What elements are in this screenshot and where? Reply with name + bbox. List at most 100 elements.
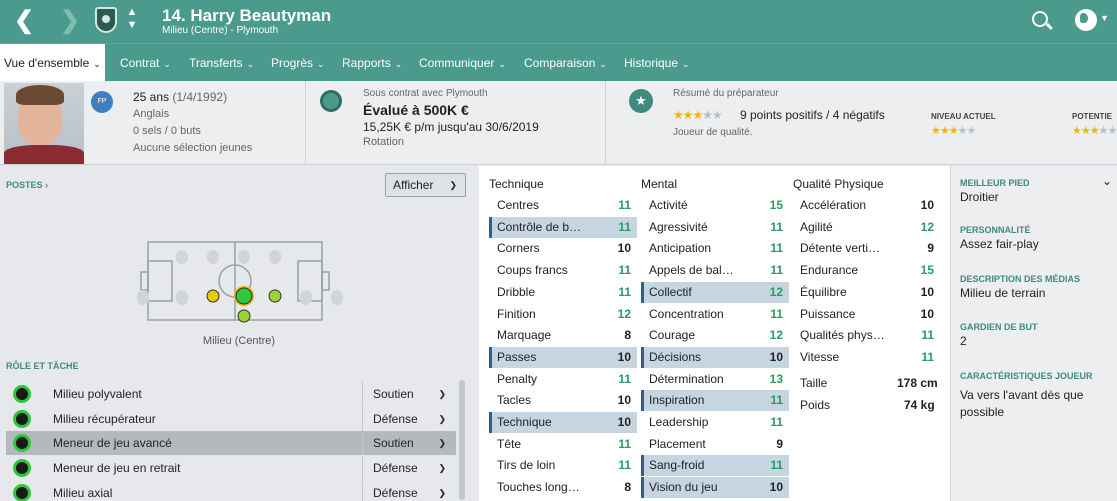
attribute-row[interactable]: Passes 10 bbox=[489, 346, 637, 368]
attribute-row[interactable]: Leadership 11 bbox=[641, 412, 789, 433]
attribute-value: 9 bbox=[927, 241, 934, 256]
attribute-value: 12 bbox=[920, 219, 934, 234]
globe-icon[interactable] bbox=[1075, 9, 1097, 31]
attribute-row[interactable]: Dribble 11 bbox=[489, 282, 637, 303]
attribute-row[interactable]: Concentration 11 bbox=[641, 304, 789, 325]
attribute-name: Inspiration bbox=[649, 393, 705, 408]
role-row[interactable]: Milieu axial Défense ❯ bbox=[6, 481, 456, 501]
attribute-row[interactable]: Marquage 8 bbox=[489, 325, 637, 346]
attribute-row[interactable]: Tête 11 bbox=[489, 434, 637, 455]
attribute-row[interactable]: Contrôle de b… 11 bbox=[489, 216, 637, 238]
attribute-name: Accélération bbox=[800, 198, 867, 212]
chevron-down-icon: ⌄ bbox=[394, 59, 403, 69]
attribute-name: Penalty bbox=[497, 371, 538, 386]
attribute-row[interactable]: Sang-froid 11 bbox=[641, 455, 789, 477]
attribute-row[interactable]: Agilité 12 bbox=[792, 217, 940, 238]
attribute-row[interactable]: Technique 10 bbox=[489, 412, 637, 433]
role-row[interactable]: Meneur de jeu en retrait Défense ❯ bbox=[6, 456, 456, 480]
roles-scrollbar[interactable] bbox=[459, 380, 465, 500]
player-switch-icon[interactable]: ▲ ▼ bbox=[126, 6, 138, 32]
tab-contract[interactable]: Contrat ⌄ bbox=[120, 44, 171, 82]
attribute-row[interactable]: Penalty 11 bbox=[489, 369, 637, 390]
attribute-row[interactable]: Corners 10 bbox=[489, 238, 637, 259]
chevron-down-icon[interactable]: ▼ bbox=[1100, 13, 1109, 23]
show-dropdown[interactable]: Afficher ❯ bbox=[385, 173, 466, 197]
tab-transfers[interactable]: Transferts ⌄ bbox=[189, 44, 254, 82]
attribute-value: 12 bbox=[769, 284, 783, 299]
tab-history[interactable]: Historique ⌄ bbox=[624, 44, 690, 82]
tab-overview[interactable]: Vue d'ensemble ⌄ bbox=[0, 44, 105, 82]
role-row[interactable]: Milieu polyvalent Soutien ❯ bbox=[6, 382, 456, 406]
attribute-row[interactable]: Puissance 10 bbox=[792, 304, 940, 325]
potential-ability-stars: ★★★★★ bbox=[1072, 125, 1117, 137]
chevron-down-icon: ❯ bbox=[438, 438, 446, 448]
duty-dropdown[interactable]: Défense ❯ bbox=[362, 481, 456, 501]
tab-progress[interactable]: Progrès ⌄ bbox=[271, 44, 325, 82]
attribute-row[interactable]: Vision du jeu 10 bbox=[641, 477, 789, 499]
attribute-row[interactable]: Placement 9 bbox=[641, 434, 789, 455]
attribute-row[interactable]: Détente verti… 9 bbox=[792, 238, 940, 259]
player-subtitle: Milieu (Centre) - Plymouth bbox=[162, 25, 279, 36]
tab-reports[interactable]: Rapports ⌄ bbox=[342, 44, 402, 82]
attribute-value: 10 bbox=[617, 415, 631, 429]
attribute-name: Vision du jeu bbox=[649, 480, 718, 495]
attribute-row[interactable]: Détermination 13 bbox=[641, 369, 789, 390]
attribute-row[interactable]: Tirs de loin 11 bbox=[489, 455, 637, 476]
forward-arrow-icon[interactable]: ❯ bbox=[60, 8, 80, 34]
attribute-name: Touches long… bbox=[497, 480, 580, 495]
attribute-name: Concentration bbox=[649, 306, 724, 321]
position-caption: Milieu (Centre) bbox=[202, 335, 276, 347]
attribute-value: 10 bbox=[920, 306, 934, 321]
attribute-row[interactable]: Centres 11 bbox=[489, 195, 637, 216]
attribute-row[interactable]: Endurance 15 bbox=[792, 260, 940, 281]
attribute-row[interactable]: Qualités phys… 11 bbox=[792, 325, 940, 346]
media-description-value: Milieu de terrain bbox=[960, 286, 1046, 300]
attribute-row[interactable]: Collectif 12 bbox=[641, 281, 789, 303]
chevron-down-icon[interactable]: ⌄ bbox=[1102, 174, 1112, 188]
attribute-value: 10 bbox=[769, 349, 783, 364]
attribute-row[interactable]: Touches long… 8 bbox=[489, 477, 637, 498]
role-row-selected[interactable]: Meneur de jeu avancé Soutien ❯ bbox=[6, 431, 456, 455]
player-traits-label: CARACTÉRISTIQUES JOUEUR bbox=[960, 371, 1093, 381]
attribute-row[interactable]: Agressivité 11 bbox=[641, 217, 789, 238]
attributes-panel: Technique Mental Qualité Physique Centre… bbox=[479, 166, 950, 501]
duty-dropdown[interactable]: Défense ❯ bbox=[362, 407, 456, 431]
goalkeeper-label: GARDIEN DE BUT bbox=[960, 322, 1038, 332]
duty-dropdown[interactable]: Défense ❯ bbox=[362, 456, 456, 480]
attribute-row[interactable]: Anticipation 11 bbox=[641, 238, 789, 259]
chevron-down-icon: ⌄ bbox=[93, 59, 101, 69]
chevron-down-icon: ⌄ bbox=[498, 59, 506, 69]
positions-label[interactable]: POSTES › bbox=[6, 180, 48, 190]
role-icon bbox=[13, 434, 31, 452]
attribute-row[interactable]: Activité 15 bbox=[641, 195, 789, 216]
attribute-row[interactable]: Vitesse 11 bbox=[792, 347, 940, 368]
player-age: 25 ans (1/4/1992) bbox=[133, 90, 228, 104]
attribute-row[interactable]: Accélération 10 bbox=[792, 195, 940, 216]
attribute-name: Courage bbox=[649, 328, 696, 343]
attribute-row[interactable]: Finition 12 bbox=[489, 304, 637, 325]
search-icon[interactable] bbox=[1032, 11, 1048, 27]
height-value: 178 cm bbox=[897, 376, 938, 390]
attribute-row[interactable]: Courage 12 bbox=[641, 325, 789, 346]
attribute-row[interactable]: Tacles 10 bbox=[489, 390, 637, 411]
attribute-name: Centres bbox=[497, 198, 540, 212]
chevron-down-icon: ⌄ bbox=[317, 59, 325, 69]
technique-heading: Technique bbox=[489, 177, 544, 191]
attribute-row[interactable]: Inspiration 11 bbox=[641, 390, 789, 412]
role-row[interactable]: Milieu récupérateur Défense ❯ bbox=[6, 407, 456, 431]
player-value: Évalué à 500K € bbox=[363, 102, 469, 118]
attribute-value: 11 bbox=[618, 198, 631, 212]
attribute-value: 10 bbox=[617, 393, 631, 408]
attribute-name: Agressivité bbox=[649, 219, 708, 234]
tab-comparison[interactable]: Comparaison ⌄ bbox=[524, 44, 607, 82]
attribute-value: 15 bbox=[920, 263, 934, 278]
attribute-row[interactable]: Coups francs 11 bbox=[489, 260, 637, 281]
tab-communicate[interactable]: Communiquer ⌄ bbox=[419, 44, 506, 82]
attribute-row[interactable]: Décisions 10 bbox=[641, 346, 789, 368]
attribute-value: 13 bbox=[769, 371, 783, 386]
duty-dropdown[interactable]: Soutien ❯ bbox=[362, 382, 456, 406]
attribute-row[interactable]: Équilibre 10 bbox=[792, 282, 940, 303]
attribute-row[interactable]: Appels de bal… 11 bbox=[641, 260, 789, 281]
back-arrow-icon[interactable]: ❮ bbox=[14, 8, 34, 34]
duty-dropdown[interactable]: Soutien ❯ bbox=[362, 431, 456, 455]
